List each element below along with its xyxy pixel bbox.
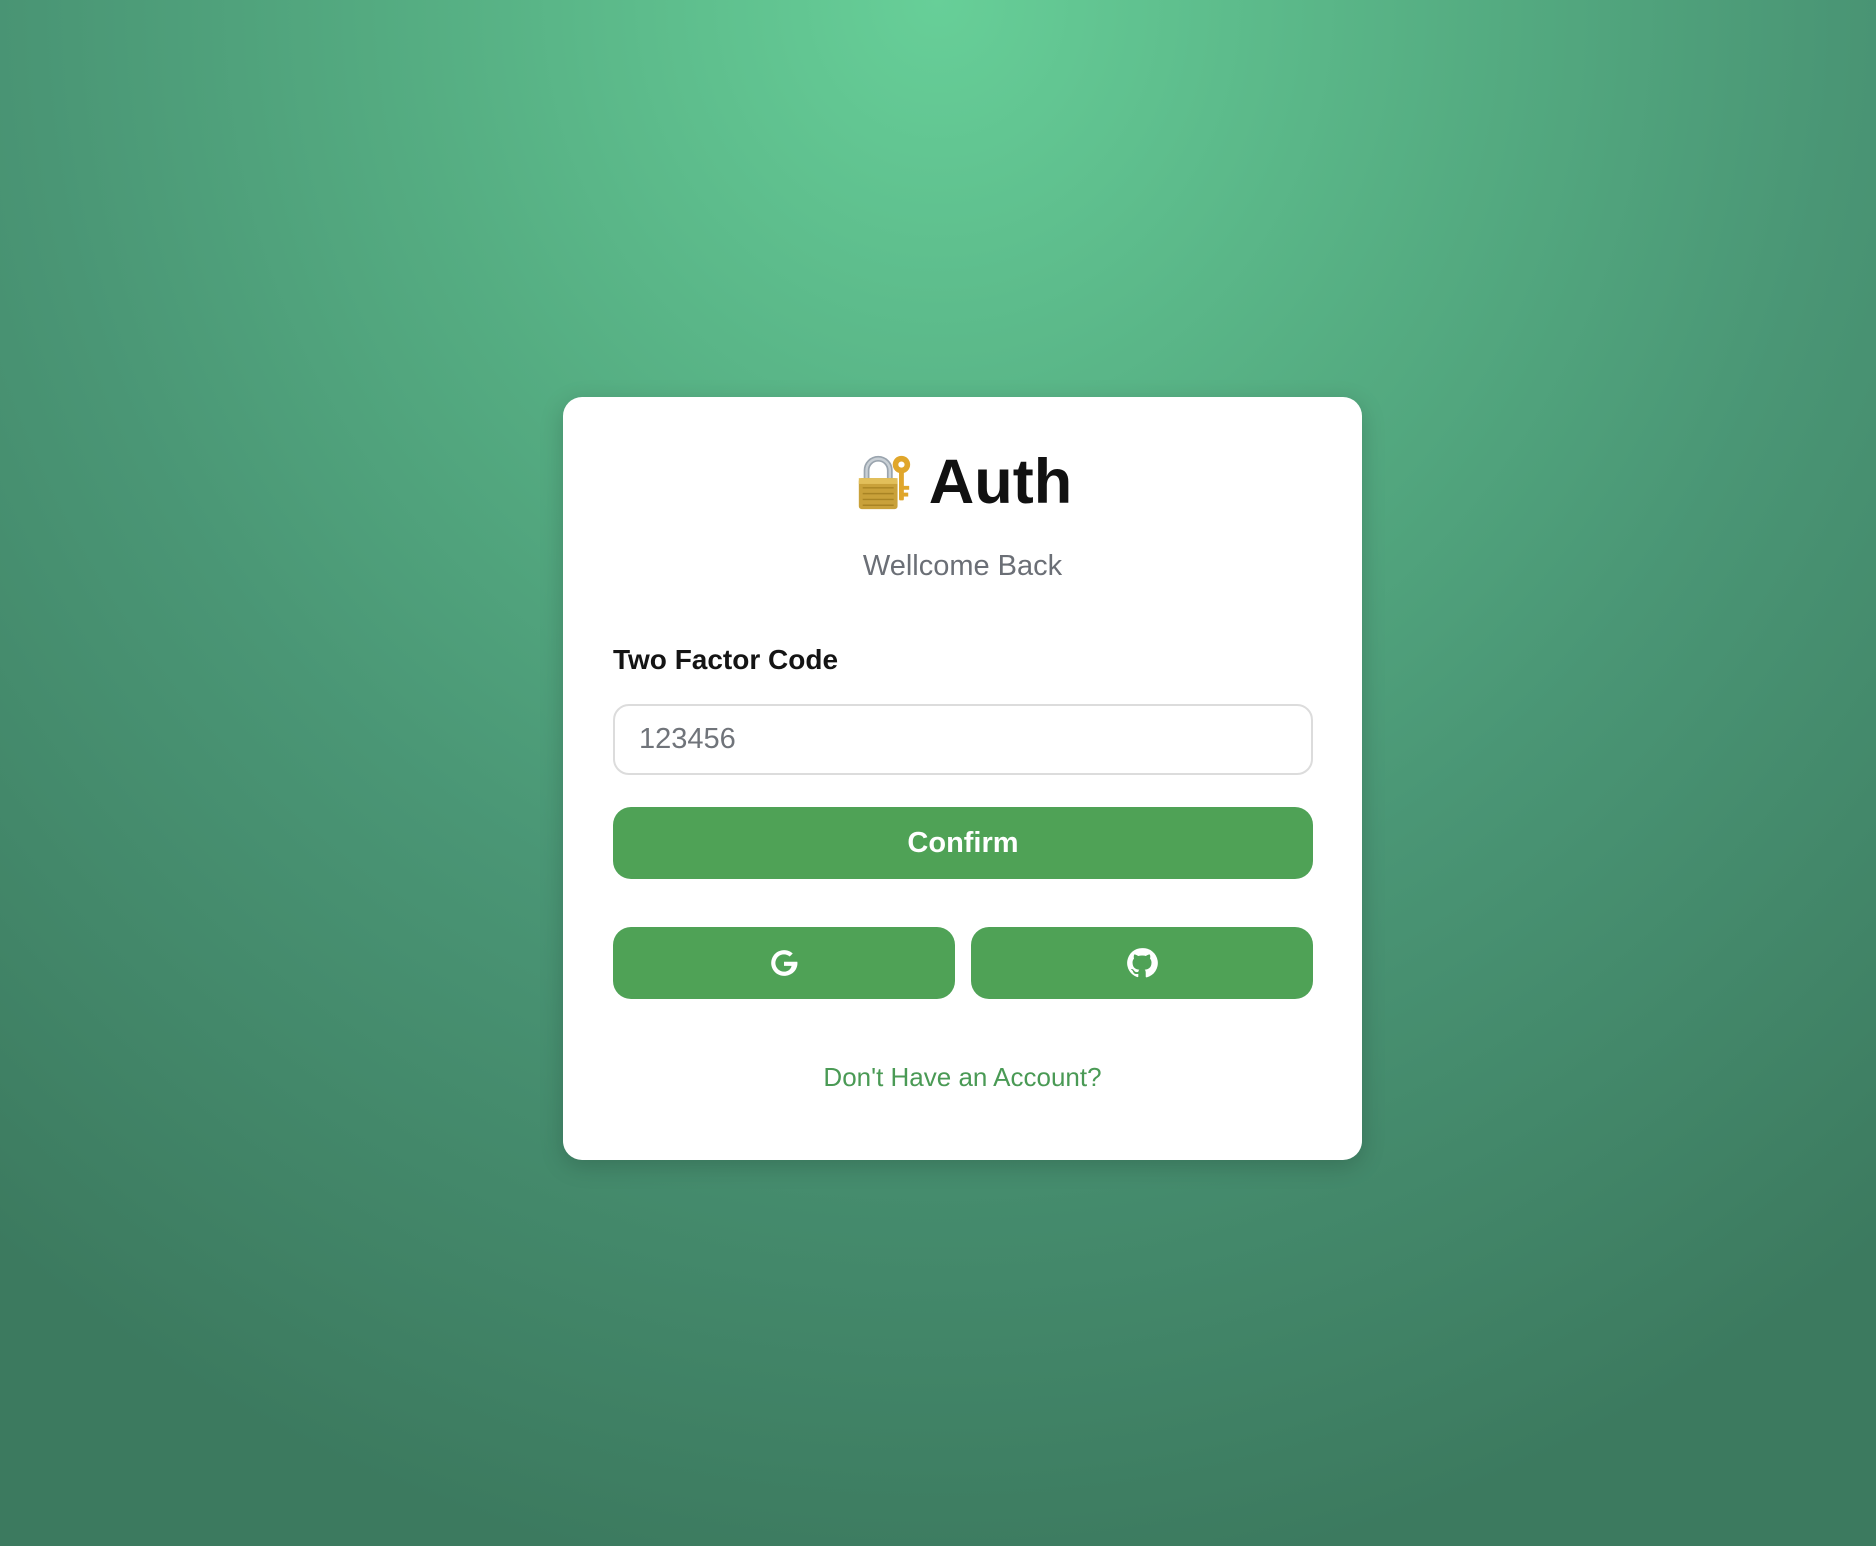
two-factor-code-input[interactable] <box>613 704 1313 775</box>
signup-link-label: Don't Have an Account? <box>823 1062 1102 1092</box>
github-icon <box>1125 946 1159 980</box>
subtitle: Wellcome Back <box>862 550 1063 582</box>
signup-link[interactable]: Don't Have an Account? <box>563 1062 1362 1093</box>
auth-card: Auth Wellcome Back Two Factor Code Confi… <box>563 397 1362 1160</box>
confirm-button-label: Confirm <box>907 826 1019 859</box>
card-header: Auth <box>563 447 1362 517</box>
github-login-button[interactable] <box>971 927 1313 999</box>
confirm-button[interactable]: Confirm <box>613 807 1313 879</box>
code-field-label: Two Factor Code <box>613 644 839 675</box>
google-icon <box>767 946 801 980</box>
lock-with-key-icon <box>853 451 915 513</box>
page-title: Auth <box>928 446 1073 517</box>
google-login-button[interactable] <box>613 927 955 999</box>
